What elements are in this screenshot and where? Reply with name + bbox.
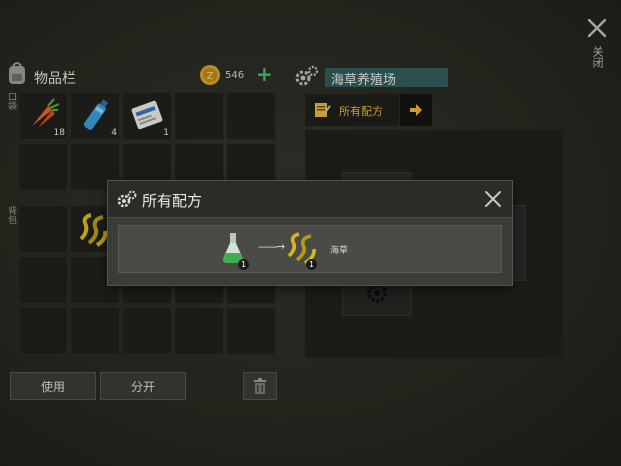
recipe-row[interactable]: 1 ——→ 1 海草: [118, 225, 502, 273]
close-icon[interactable]: [484, 190, 502, 208]
recipe-output: 1: [284, 229, 324, 270]
modal-header: 所有配方: [108, 181, 512, 218]
output-count-badge: 1: [306, 259, 317, 270]
gears-icon: [117, 190, 137, 208]
recipe-arrow: ——→: [258, 240, 285, 253]
modal-title: 所有配方: [142, 192, 203, 210]
recipe-input: 1: [218, 229, 249, 270]
recipe-output-name: 海草: [330, 246, 349, 256]
recipes-modal: 所有配方 1 ——→ 1 海草: [108, 181, 512, 285]
seaweed-icon: [287, 232, 316, 265]
input-count-badge: 1: [238, 259, 249, 270]
